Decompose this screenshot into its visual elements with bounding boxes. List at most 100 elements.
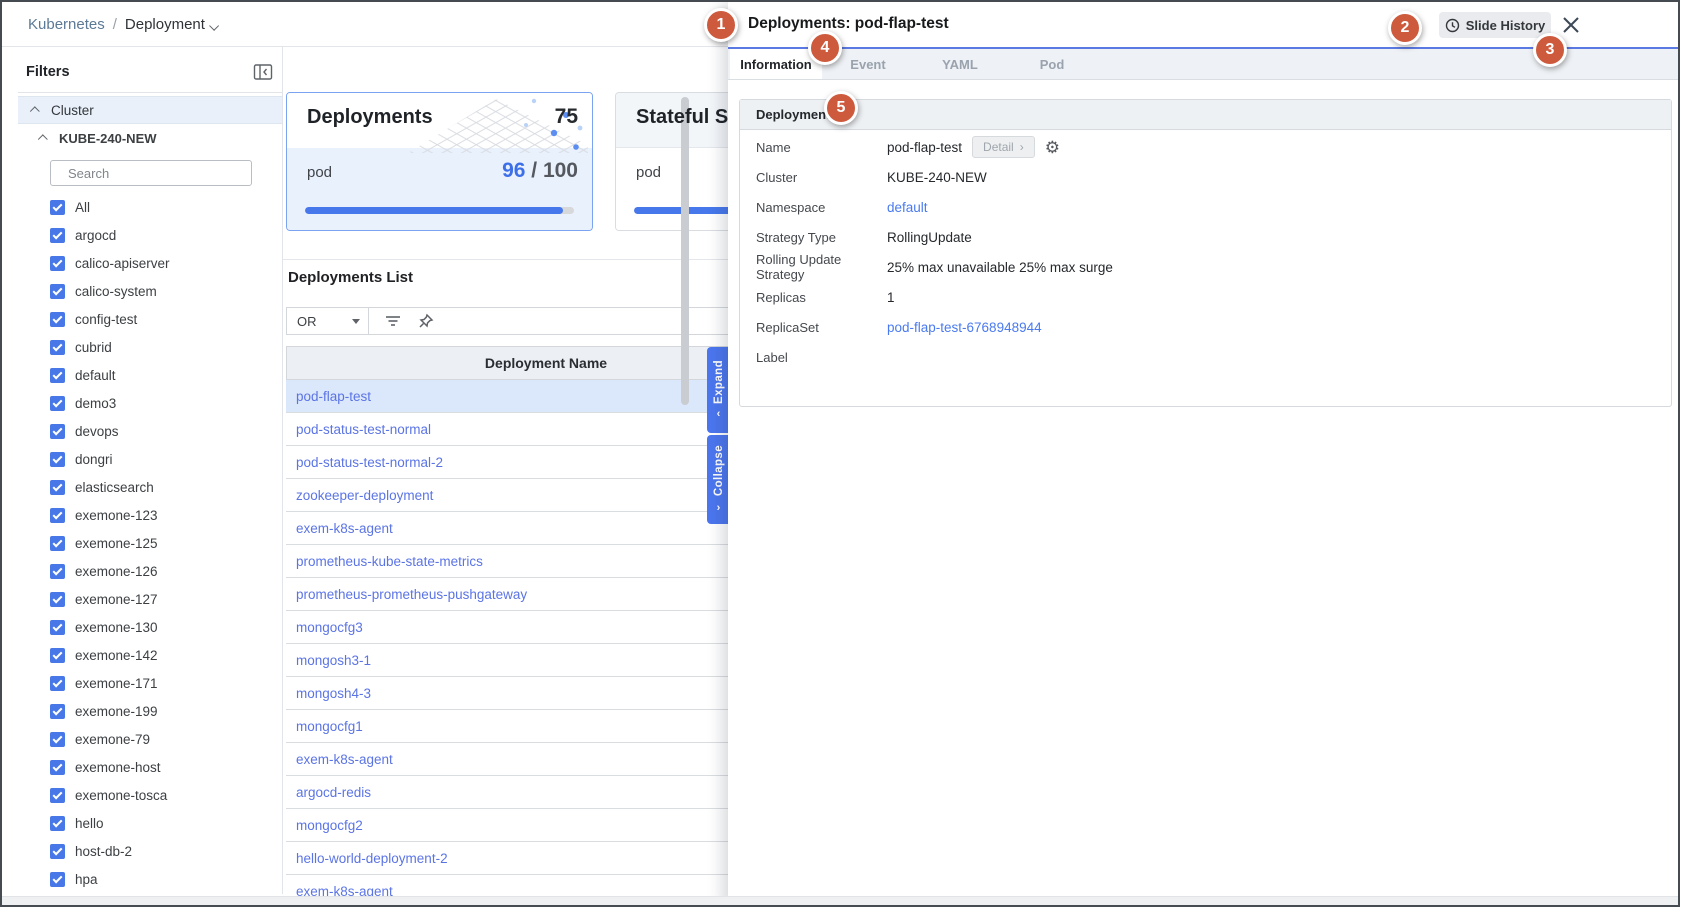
tree-node-cluster-name[interactable]: KUBE-240-NEW — [18, 124, 282, 152]
pod-progress-fill — [305, 207, 563, 214]
namespace-label: exemone-host — [75, 760, 161, 775]
gear-icon[interactable]: ⚙ — [1045, 139, 1060, 156]
checkbox-checked-icon[interactable] — [50, 200, 65, 215]
deployment-link[interactable]: pod-status-test-normal — [296, 422, 431, 437]
deployment-link[interactable]: mongocfg3 — [296, 620, 363, 635]
chevron-down-icon — [209, 21, 219, 31]
table-row[interactable]: zookeeper-deployment — [286, 479, 730, 512]
breadcrumb-current-dropdown[interactable]: Deployment — [125, 16, 219, 33]
bottom-scrollbar-track[interactable] — [2, 896, 1678, 907]
table-row[interactable]: prometheus-prometheus-pushgateway — [286, 578, 730, 611]
deployment-link[interactable]: argocd-redis — [296, 785, 371, 800]
section-body: Name pod-flap-test Detail › ⚙ Cluster — [740, 130, 1671, 372]
table-row[interactable]: exem-k8s-agent — [286, 743, 730, 776]
breadcrumb-root[interactable]: Kubernetes — [28, 16, 105, 33]
table-row[interactable]: mongosh4-3 — [286, 677, 730, 710]
checkbox-checked-icon[interactable] — [50, 844, 65, 859]
tab-label: Pod — [1040, 57, 1065, 72]
checkbox-checked-icon[interactable] — [50, 788, 65, 803]
checkbox-checked-icon[interactable] — [50, 592, 65, 607]
namespace-label: exemone-125 — [75, 536, 158, 551]
info-field-row: Strategy Type RollingUpdate — [740, 222, 1671, 252]
checkbox-checked-icon[interactable] — [50, 676, 65, 691]
detail-button[interactable]: Detail › — [972, 136, 1035, 158]
checkbox-checked-icon[interactable] — [50, 396, 65, 411]
checkbox-checked-icon[interactable] — [50, 704, 65, 719]
deployment-link[interactable]: prometheus-prometheus-pushgateway — [296, 587, 527, 602]
table-row[interactable]: exem-k8s-agent — [286, 875, 730, 896]
checkbox-checked-icon[interactable] — [50, 536, 65, 551]
tab[interactable]: YAML — [914, 49, 1006, 79]
table-row[interactable]: pod-status-test-normal — [286, 413, 730, 446]
namespace-list-item: hpa — [18, 865, 282, 893]
table-row[interactable]: mongocfg1 — [286, 710, 730, 743]
checkbox-checked-icon[interactable] — [50, 340, 65, 355]
table-row[interactable]: prometheus-kube-state-metrics — [286, 545, 730, 578]
table-row[interactable]: pod-flap-test — [286, 380, 730, 413]
namespace-list-item: calico-system — [18, 277, 282, 305]
checkbox-checked-icon[interactable] — [50, 368, 65, 383]
deployment-link[interactable]: exem-k8s-agent — [296, 521, 393, 536]
table-row[interactable]: exem-k8s-agent — [286, 512, 730, 545]
checkbox-checked-icon[interactable] — [50, 452, 65, 467]
panel-collapse-icon[interactable] — [252, 62, 274, 82]
checkbox-checked-icon[interactable] — [50, 312, 65, 327]
filter-icon[interactable] — [385, 313, 401, 329]
scrollbar-thumb[interactable] — [681, 97, 689, 405]
slide-history-button[interactable]: Slide History — [1439, 12, 1551, 38]
deployment-link[interactable]: exem-k8s-agent — [296, 884, 393, 897]
table-row[interactable]: mongocfg3 — [286, 611, 730, 644]
checkbox-checked-icon[interactable] — [50, 256, 65, 271]
namespace-label: dongri — [75, 452, 113, 467]
pods-total: 100 — [543, 159, 578, 182]
checkbox-checked-icon[interactable] — [50, 816, 65, 831]
checkbox-checked-icon[interactable] — [50, 648, 65, 663]
expand-button[interactable]: Expand ‹ — [707, 347, 730, 433]
table-row[interactable]: mongocfg2 — [286, 809, 730, 842]
checkbox-checked-icon[interactable] — [50, 228, 65, 243]
namespace-label: All — [75, 200, 90, 215]
statefulsets-summary-card[interactable]: Stateful Sets pod — [615, 92, 730, 231]
deployment-link[interactable]: mongosh3-1 — [296, 653, 371, 668]
deployment-link[interactable]: exem-k8s-agent — [296, 752, 393, 767]
search-input[interactable] — [66, 165, 246, 182]
namespace-list-item: exemone-123 — [18, 501, 282, 529]
operator-select[interactable]: OR — [287, 308, 369, 334]
deployment-link[interactable]: pod-flap-test — [296, 389, 371, 404]
close-icon[interactable] — [1560, 14, 1582, 36]
deployments-info-section: Deployments Name pod-flap-test Detail › — [739, 99, 1672, 407]
checkbox-checked-icon[interactable] — [50, 480, 65, 495]
collapse-button[interactable]: Collapse › — [707, 435, 730, 524]
field-label: Name — [756, 140, 887, 155]
deployments-table: Deployment Name pod-flap-test pod-status… — [286, 346, 730, 896]
deployment-link[interactable]: mongosh4-3 — [296, 686, 371, 701]
checkbox-checked-icon[interactable] — [50, 760, 65, 775]
deployment-link[interactable]: mongocfg2 — [296, 818, 363, 833]
tab[interactable]: Pod — [1006, 49, 1098, 79]
deployment-link[interactable]: pod-status-test-normal-2 — [296, 455, 443, 470]
checkbox-checked-icon[interactable] — [50, 620, 65, 635]
detail-chevron-icon: › — [1020, 140, 1024, 154]
checkbox-checked-icon[interactable] — [50, 564, 65, 579]
checkbox-checked-icon[interactable] — [50, 732, 65, 747]
info-field-row: Replicas 1 — [740, 282, 1671, 312]
detail-button-label: Detail — [983, 140, 1014, 154]
table-row[interactable]: hello-world-deployment-2 — [286, 842, 730, 875]
table-row[interactable]: argocd-redis — [286, 776, 730, 809]
detail-panel-title: Deployments: pod-flap-test — [748, 15, 949, 33]
deployment-link[interactable]: mongocfg1 — [296, 719, 363, 734]
table-row[interactable]: mongosh3-1 — [286, 644, 730, 677]
pin-icon[interactable] — [417, 312, 435, 330]
chevron-up-icon — [38, 134, 48, 144]
deployments-summary-card[interactable]: Deployments 75 pod 96 / 100 — [286, 92, 593, 231]
checkbox-checked-icon[interactable] — [50, 872, 65, 887]
pod-counts: 96 / 100 — [502, 159, 578, 183]
deployment-link[interactable]: zookeeper-deployment — [296, 488, 433, 503]
deployment-link[interactable]: hello-world-deployment-2 — [296, 851, 448, 866]
checkbox-checked-icon[interactable] — [50, 424, 65, 439]
checkbox-checked-icon[interactable] — [50, 284, 65, 299]
checkbox-checked-icon[interactable] — [50, 508, 65, 523]
tree-node-cluster[interactable]: Cluster — [18, 96, 282, 124]
deployment-link[interactable]: prometheus-kube-state-metrics — [296, 554, 483, 569]
table-row[interactable]: pod-status-test-normal-2 — [286, 446, 730, 479]
